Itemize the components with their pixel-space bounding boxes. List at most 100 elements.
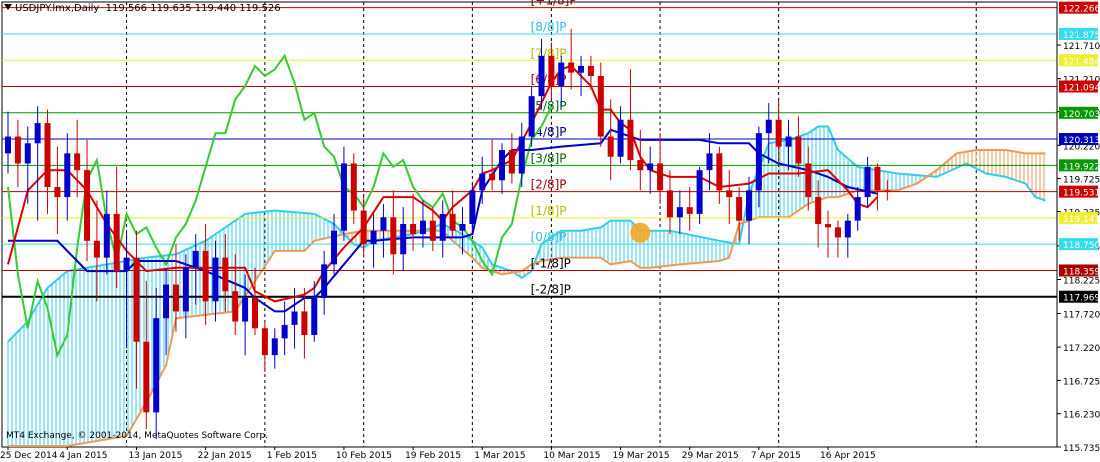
candle-body	[548, 55, 555, 87]
x-tick-label: 13 Jan 2015	[128, 451, 182, 461]
price-tag-label: 121.484	[1063, 57, 1100, 67]
candle-body	[390, 217, 397, 255]
candle-body	[291, 311, 298, 325]
candle-body	[815, 197, 822, 224]
murrey-label: [1/8]P	[531, 204, 567, 218]
y-tick-label: 117.220	[1063, 344, 1100, 354]
candle-body	[716, 153, 723, 191]
candle-body	[834, 227, 841, 238]
candle-body	[637, 160, 644, 171]
candle-body	[518, 136, 525, 174]
murrey-label: [2/8]P	[531, 178, 567, 192]
candle-body	[24, 143, 31, 164]
candle-body	[123, 257, 130, 272]
candle-body	[578, 65, 585, 73]
candle-body	[331, 230, 338, 265]
candle-body	[489, 173, 496, 181]
murrey-label: [3/8]P	[531, 151, 567, 165]
y-tick-label: 115.735	[1063, 444, 1100, 454]
candle-body	[746, 190, 752, 221]
candle-body	[627, 119, 634, 161]
candle-body	[14, 136, 21, 164]
candle-body	[172, 284, 179, 312]
candle-body	[617, 119, 624, 157]
candle-body	[558, 62, 565, 87]
price-tag-label: 118.750	[1063, 241, 1100, 251]
y-tick-label: 121.710	[1063, 42, 1100, 52]
candle-body	[271, 338, 278, 356]
price-axis: 121.710121.210120.720120.220119.725119.2…	[1056, 1, 1100, 454]
x-tick-label: 10 Feb 2015	[336, 451, 392, 461]
price-tag-label: 119.922	[1063, 162, 1100, 172]
candle-body	[884, 190, 891, 192]
candle-body	[93, 240, 100, 258]
candle-body	[765, 119, 772, 134]
price-tag-label: 121.094	[1063, 83, 1100, 93]
x-tick-label: 19 Mar 2015	[613, 451, 670, 461]
x-tick-label: 25 Dec 2014	[0, 451, 58, 461]
candle-body	[301, 311, 308, 335]
candle-body	[202, 250, 209, 302]
candle-body	[528, 96, 535, 137]
candle-body	[252, 297, 258, 329]
x-tick-label: 4 Jan 2015	[59, 451, 107, 461]
x-tick-label: 1 Mar 2015	[474, 451, 525, 461]
candle-body	[74, 153, 81, 171]
copyright-text: MT4 Exchange, © 2001-2014, MetaQuotes So…	[6, 431, 269, 441]
candle-body	[261, 328, 268, 356]
candle-body	[113, 213, 120, 272]
candle-body	[311, 297, 318, 335]
ohlc-readout: 119.566 119.635 119.440 119.526	[105, 3, 281, 14]
candle-body	[607, 136, 614, 157]
price-tag-label: 122.266	[1063, 5, 1100, 15]
candle-body	[360, 210, 367, 245]
symbol-label: USDJPY.lmx,Daily	[15, 3, 100, 14]
candle-body	[222, 257, 229, 292]
chart: [+1/8]P[8/8]P[7/8]P[6/8]P[5/8]P[4/8]P[3/…	[0, 0, 1100, 462]
murrey-label: [-2/8]P	[531, 283, 571, 297]
candle-body	[805, 163, 812, 198]
x-tick-label: 19 Feb 2015	[405, 451, 461, 461]
candle-body	[84, 170, 91, 241]
candle-body	[5, 136, 11, 154]
x-tick-label: 16 Apr 2015	[820, 451, 876, 461]
candle-body	[192, 250, 199, 268]
candle-body	[736, 197, 743, 221]
candle-body	[775, 119, 782, 147]
murrey-label: [-1/8]P	[531, 256, 571, 270]
candle-body	[874, 166, 881, 191]
candle-body	[854, 197, 861, 221]
candle-body	[281, 324, 288, 339]
candle-body	[400, 223, 407, 255]
candle-body	[666, 190, 673, 218]
candle-body	[410, 223, 417, 235]
candle-body	[508, 149, 515, 174]
candle-body	[133, 257, 140, 342]
price-tag-label: 120.313	[1063, 136, 1100, 146]
candle-body	[587, 65, 594, 76]
candle-body	[242, 297, 249, 322]
chart-canvas: [+1/8]P[8/8]P[7/8]P[6/8]P[5/8]P[4/8]P[3/…	[0, 0, 1100, 461]
candle-body	[597, 75, 604, 137]
candle-body	[706, 153, 713, 171]
signal-marker	[630, 222, 651, 243]
candle-body	[499, 149, 505, 181]
candle-body	[439, 213, 446, 241]
candle-body	[459, 223, 466, 231]
candle-body	[676, 207, 683, 218]
x-tick-label: 29 Mar 2015	[682, 451, 739, 461]
dropdown-triangle-icon[interactable]	[4, 4, 12, 10]
candle-body	[429, 220, 436, 241]
y-tick-label: 118.225	[1063, 276, 1100, 286]
candle-body	[232, 291, 239, 322]
candle-body	[350, 163, 357, 211]
y-tick-label: 117.720	[1063, 310, 1100, 320]
candle-body	[44, 123, 51, 187]
candle-body	[696, 170, 703, 214]
candle-body	[785, 136, 792, 147]
candle-body	[449, 213, 456, 231]
candle-body	[844, 220, 851, 238]
murrey-label: [0/8]P	[531, 230, 567, 244]
price-tag-label: 119.141	[1063, 215, 1100, 225]
candle-body	[182, 267, 189, 312]
